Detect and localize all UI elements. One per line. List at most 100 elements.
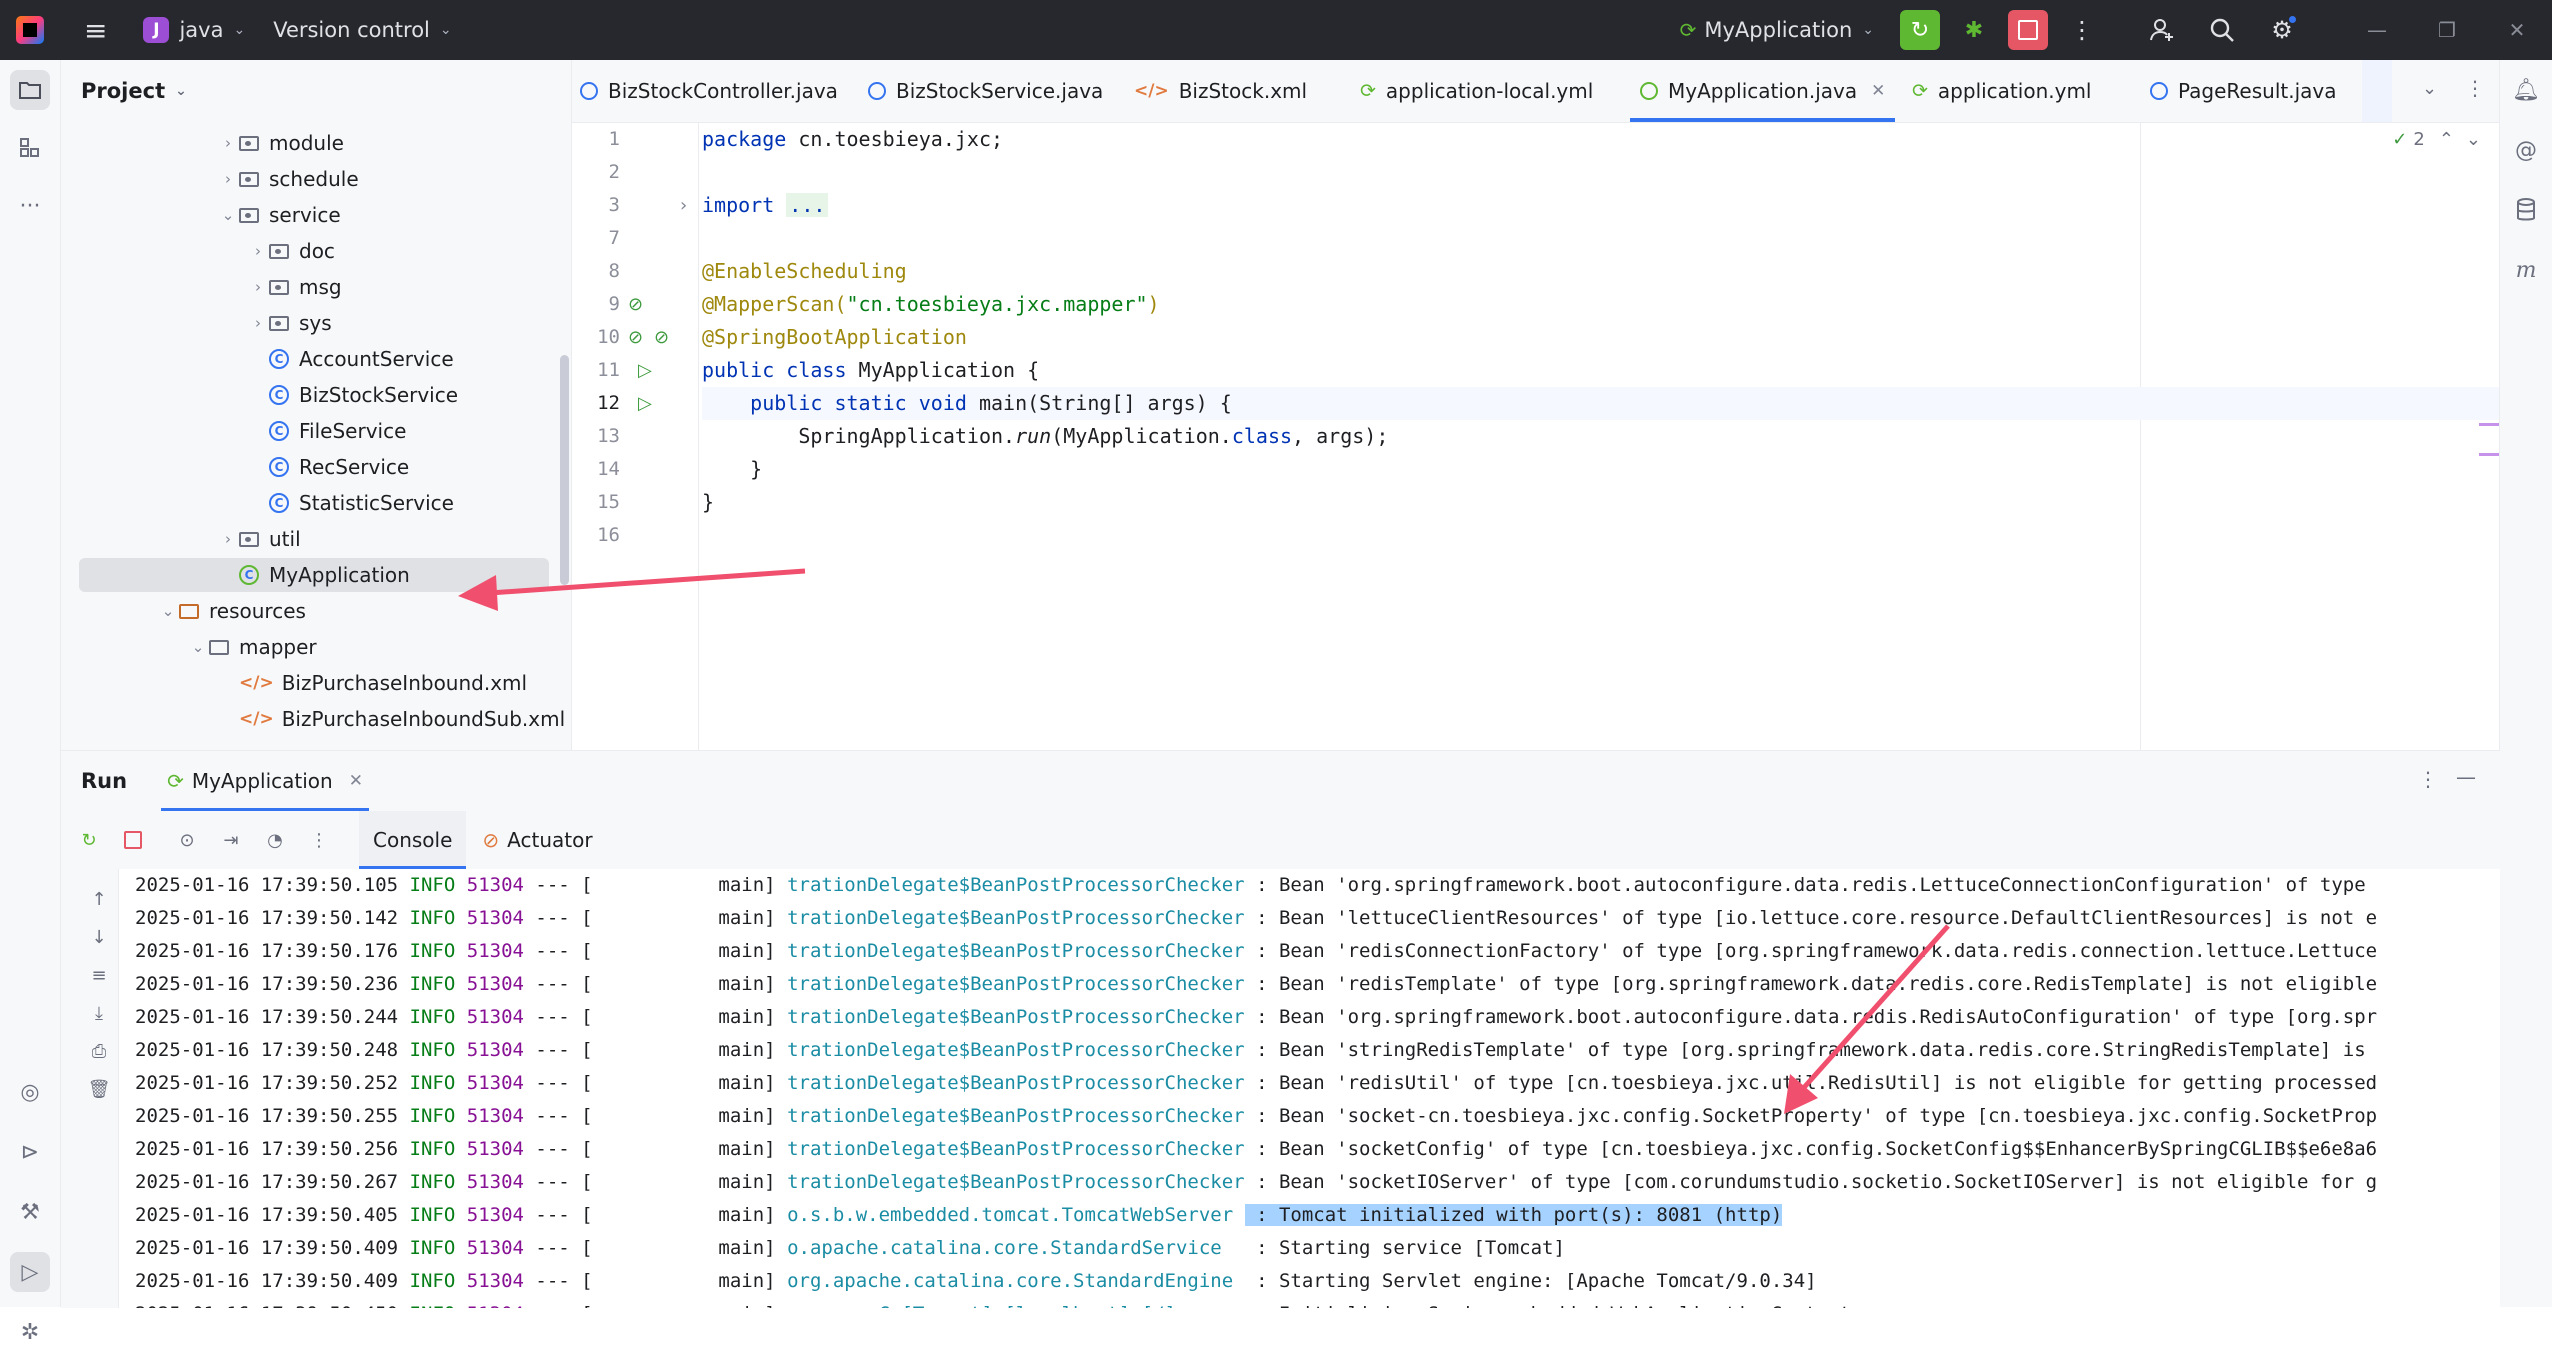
run-config-tab[interactable]: ⟳ MyApplication ✕ [167, 751, 363, 811]
hide-panel-icon[interactable]: — [2456, 765, 2476, 789]
stop-button[interactable] [2008, 10, 2048, 50]
overflow-tab-fragment[interactable] [2362, 60, 2392, 122]
close-tab-icon[interactable]: ✕ [1871, 81, 1885, 101]
actuator-tab[interactable]: ⊘ Actuator [482, 828, 592, 852]
more-tools-icon[interactable]: ··· [10, 186, 50, 226]
version-control-menu[interactable]: Version control [273, 18, 430, 42]
rerun-button[interactable]: ↻ [1900, 10, 1940, 50]
tree-item[interactable]: CMyApplication [79, 558, 549, 592]
chevron-down-icon[interactable]: ⌄ [217, 206, 239, 224]
tree-item[interactable]: CBizStockService [247, 378, 458, 412]
project-tool-icon[interactable] [10, 70, 50, 110]
editor-tab[interactable]: PageResult.java [2150, 60, 2336, 122]
chevron-right-icon[interactable]: › [247, 242, 269, 260]
editor-tab[interactable]: ⟳application.yml [1912, 60, 2091, 122]
project-badge[interactable]: J [143, 17, 169, 43]
tree-item[interactable]: ⌄service [217, 198, 341, 232]
maximize-icon[interactable]: ❐ [2412, 18, 2482, 42]
editor-tab[interactable]: </>BizStock.xml [1134, 60, 1307, 122]
chevron-down-icon[interactable]: ⌄ [2466, 129, 2481, 150]
settings-gear-icon[interactable]: ⚙ [2262, 10, 2302, 50]
chevron-down-icon[interactable]: ⌄ [175, 83, 187, 99]
inspection-widget[interactable]: ✓ 2 ⌃ ⌄ [2392, 129, 2481, 150]
tree-item[interactable]: ›sys [247, 306, 332, 340]
console-tab[interactable]: Console [359, 811, 466, 869]
chevron-down-icon[interactable]: ⌄ [187, 638, 209, 656]
chevron-right-icon[interactable]: › [217, 170, 239, 188]
chevron-right-icon[interactable]: › [217, 134, 239, 152]
tree-item[interactable]: ›msg [247, 270, 342, 304]
close-window-icon[interactable]: ✕ [2482, 18, 2552, 42]
camera-icon[interactable]: ⊙ [171, 824, 203, 856]
debug-button[interactable]: ✱ [1954, 10, 1994, 50]
services-icon[interactable]: ◎ [10, 1072, 50, 1112]
tree-item[interactable]: CRecService [247, 450, 409, 484]
editor-tab[interactable]: ⟳application-local.yml [1360, 60, 1593, 122]
rerun-icon[interactable]: ↻ [73, 824, 105, 856]
intellij-logo-icon[interactable] [16, 16, 44, 44]
tab-more-icon[interactable]: ⋮ [2465, 76, 2485, 100]
coverage-icon[interactable]: ◔ [259, 824, 291, 856]
debug-tool-icon[interactable]: ✲ [10, 1312, 50, 1352]
stop-icon[interactable] [117, 824, 149, 856]
scroll-to-end-icon[interactable]: ⤓ [83, 997, 115, 1029]
main-menu-icon[interactable]: ≡ [84, 14, 107, 47]
tree-item[interactable]: CFileService [247, 414, 406, 448]
scroll-down-icon[interactable]: ↓ [83, 921, 115, 953]
chevron-right-icon[interactable]: › [217, 530, 239, 548]
restore-layout-icon[interactable]: ⇥ [215, 824, 247, 856]
tree-item[interactable]: ›util [217, 522, 301, 556]
tree-item[interactable]: CAccountService [247, 342, 454, 376]
run-configuration-selector[interactable]: ⟳ MyApplication ⌄ [1680, 18, 1874, 42]
editor-tab[interactable]: MyApplication.java✕ [1640, 60, 1885, 122]
scroll-up-icon[interactable]: ↑ [83, 883, 115, 915]
tree-item[interactable]: ›doc [247, 234, 335, 268]
build-icon[interactable]: ⚒ [10, 1192, 50, 1232]
editor-tab[interactable]: BizStockService.java [868, 60, 1103, 122]
minimize-icon[interactable]: — [2342, 18, 2412, 42]
console-output[interactable]: 2025-01-16 17:39:50.105 INFO 51304 --- [… [119, 869, 2500, 1308]
bean-gutter-icon[interactable]: ⊘ [628, 288, 643, 321]
chevron-down-icon[interactable]: ⌄ [233, 22, 245, 38]
tree-item[interactable]: ⌄mapper [187, 630, 317, 664]
soft-wrap-icon[interactable]: ≡ [83, 959, 115, 991]
tree-item[interactable]: ›module [217, 126, 344, 160]
chevron-right-icon[interactable]: › [247, 278, 269, 296]
endpoints-icon[interactable]: ⊳ [10, 1132, 50, 1172]
editor-tab[interactable]: BizStockController.java [580, 60, 838, 122]
more-actions-icon[interactable]: ⋮ [2062, 10, 2102, 50]
chevron-down-icon[interactable]: ⌄ [440, 22, 452, 38]
notifications-bell-icon[interactable]: 🔔︎ [2508, 72, 2544, 108]
tree-item[interactable]: CStatisticService [247, 486, 454, 520]
close-tab-icon[interactable]: ✕ [349, 771, 363, 791]
project-panel-header[interactable]: Project ⌄ [61, 60, 571, 122]
maven-icon[interactable]: m [2508, 252, 2544, 288]
ai-assistant-icon[interactable]: @ [2508, 132, 2544, 168]
bean-gutter-icon[interactable]: ⊘ [628, 321, 643, 354]
tree-item[interactable]: </>BizPurchaseInbound.xml [217, 666, 527, 700]
run-gutter-icon[interactable]: ▷ [638, 387, 652, 420]
run-tool-icon[interactable]: ▷ [10, 1252, 50, 1292]
folded-imports[interactable]: ... [786, 193, 828, 217]
clear-console-icon[interactable]: 🗑︎ [83, 1073, 115, 1105]
database-icon[interactable] [2508, 192, 2544, 228]
project-scrollbar[interactable] [560, 355, 569, 585]
tree-item[interactable]: ›schedule [217, 162, 359, 196]
bean-gutter-icon[interactable]: ⊘ [654, 321, 669, 354]
run-gutter-icon[interactable]: ▷ [638, 354, 652, 387]
code-editor[interactable]: 12378910111213141516›⊘⊘⊘▷▷ ✓ 2 ⌃ ⌄ packa… [572, 123, 2499, 750]
chevron-down-icon[interactable]: ⌄ [157, 602, 179, 620]
search-icon[interactable] [2202, 10, 2242, 50]
tab-list-chevron-icon[interactable]: ⌄ [2422, 78, 2437, 99]
chevron-up-icon[interactable]: ⌃ [2439, 129, 2454, 150]
tree-item[interactable]: ⌄resources [157, 594, 306, 628]
more-icon[interactable]: ⋮ [303, 824, 335, 856]
structure-tool-icon[interactable] [10, 128, 50, 168]
run-panel-options-icon[interactable]: ⋮ [2418, 767, 2438, 791]
print-icon[interactable]: ⎙ [83, 1035, 115, 1067]
tree-item[interactable]: </>BizPurchaseInboundSub.xml [217, 702, 565, 736]
project-name[interactable]: java [179, 18, 223, 42]
chevron-right-icon[interactable]: › [247, 314, 269, 332]
fold-expand-icon[interactable]: › [680, 189, 687, 222]
add-user-icon[interactable] [2142, 10, 2182, 50]
